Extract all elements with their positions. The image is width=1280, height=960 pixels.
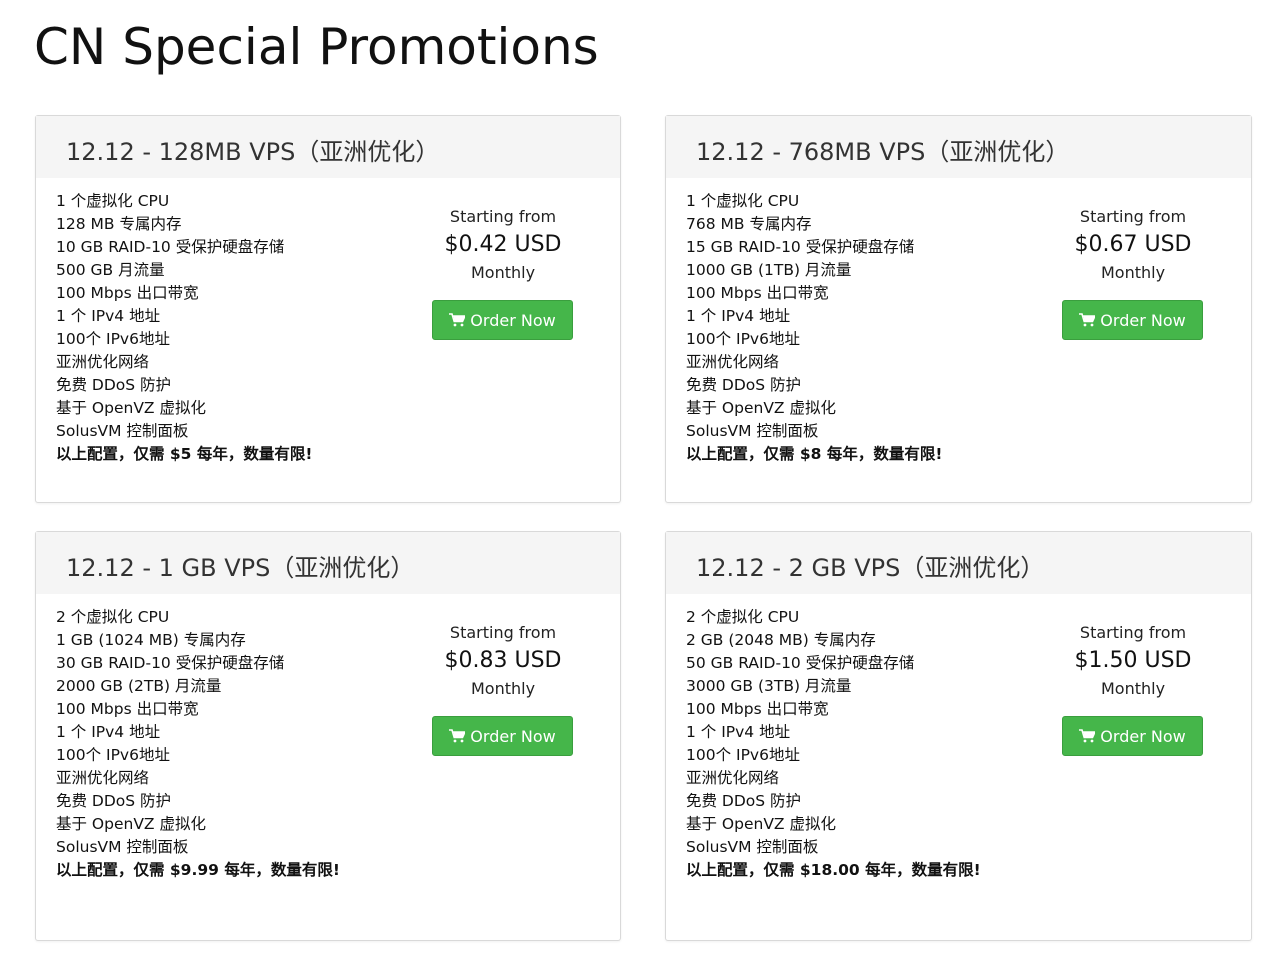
feature-item: SolusVM 控制面板 [686,422,819,440]
price-amount: $1.50 USD [1074,648,1192,673]
feature-item: 100 Mbps 出口带宽 [56,284,199,302]
feature-item: 基于 OpenVZ 虚拟化 [56,815,206,833]
feature-item: 2 个虚拟化 CPU [56,608,170,626]
feature-item: 1000 GB (1TB) 月流量 [686,261,852,279]
feature-item: 100个 IPv6地址 [56,746,170,764]
starting-from-label: Starting from [449,623,557,642]
feature-item: 100个 IPv6地址 [686,746,800,764]
feature-item: 30 GB RAID-10 受保护硬盘存储 [56,654,285,672]
pricing-box: Starting from $0.42 USD Monthly Order No… [432,204,574,340]
feature-list: 2 个虚拟化 CPU 1 GB (1024 MB) 专属内存 30 GB RAI… [56,606,356,882]
shopping-cart-icon [1079,729,1096,743]
product-card: 12.12 - 2 GB VPS（亚洲优化） 2 个虚拟化 CPU 2 GB (… [665,531,1252,941]
feature-list: 1 个虚拟化 CPU 128 MB 专属内存 10 GB RAID-10 受保护… [56,190,356,466]
product-card: 12.12 - 1 GB VPS（亚洲优化） 2 个虚拟化 CPU 1 GB (… [35,531,621,941]
feature-item: 免费 DDoS 防护 [56,792,172,810]
feature-item: 10 GB RAID-10 受保护硬盘存储 [56,238,285,256]
order-now-button[interactable]: Order Now [432,716,573,756]
feature-offer-note: 以上配置，仅需 $9.99 每年，数量有限! [56,861,340,879]
feature-item: 免费 DDoS 防护 [686,792,802,810]
feature-item: SolusVM 控制面板 [686,838,819,856]
starting-from-label: Starting from [449,207,557,226]
feature-item: 128 MB 专属内存 [56,215,182,233]
feature-item: 768 MB 专属内存 [686,215,812,233]
order-now-button[interactable]: Order Now [1062,300,1203,340]
feature-item: 亚洲优化网络 [686,353,780,371]
product-title: 12.12 - 128MB VPS（亚洲优化） [36,116,620,178]
order-now-button[interactable]: Order Now [432,300,573,340]
order-now-label: Order Now [470,726,556,746]
feature-item: 500 GB 月流量 [56,261,165,279]
product-title: 12.12 - 2 GB VPS（亚洲优化） [666,532,1251,594]
feature-item: 100个 IPv6地址 [56,330,170,348]
feature-item: 15 GB RAID-10 受保护硬盘存储 [686,238,915,256]
feature-item: 免费 DDoS 防护 [686,376,802,394]
product-title: 12.12 - 1 GB VPS（亚洲优化） [36,532,620,594]
feature-item: SolusVM 控制面板 [56,838,189,856]
feature-item: 基于 OpenVZ 虚拟化 [686,815,836,833]
pricing-box: Starting from $0.67 USD Monthly Order No… [1062,204,1204,340]
feature-item: 亚洲优化网络 [686,769,780,787]
price-amount: $0.67 USD [1074,232,1192,257]
feature-item: 1 个 IPv4 地址 [56,723,161,741]
feature-item: 1 个 IPv4 地址 [686,307,791,325]
feature-item: SolusVM 控制面板 [56,422,189,440]
feature-item: 基于 OpenVZ 虚拟化 [56,399,206,417]
pricing-box: Starting from $0.83 USD Monthly Order No… [432,620,574,756]
starting-from-label: Starting from [1079,207,1187,226]
starting-from-label: Starting from [1079,623,1187,642]
price-amount: $0.42 USD [444,232,562,257]
product-card: 12.12 - 768MB VPS（亚洲优化） 1 个虚拟化 CPU 768 M… [665,115,1252,503]
feature-item: 亚洲优化网络 [56,353,150,371]
pricing-box: Starting from $1.50 USD Monthly Order No… [1062,620,1204,756]
feature-item: 1 个 IPv4 地址 [686,723,791,741]
shopping-cart-icon [449,313,466,327]
order-now-label: Order Now [1100,726,1186,746]
feature-item: 1 个虚拟化 CPU [686,192,800,210]
price-amount: $0.83 USD [444,648,562,673]
feature-item: 2 GB (2048 MB) 专属内存 [686,631,876,649]
feature-list: 1 个虚拟化 CPU 768 MB 专属内存 15 GB RAID-10 受保护… [686,190,986,466]
billing-cycle: Monthly [470,679,536,698]
feature-list: 2 个虚拟化 CPU 2 GB (2048 MB) 专属内存 50 GB RAI… [686,606,986,882]
product-card: 12.12 - 128MB VPS（亚洲优化） 1 个虚拟化 CPU 128 M… [35,115,621,503]
feature-item: 1 GB (1024 MB) 专属内存 [56,631,246,649]
feature-item: 亚洲优化网络 [56,769,150,787]
order-now-label: Order Now [1100,310,1186,330]
order-now-label: Order Now [470,310,556,330]
feature-item: 免费 DDoS 防护 [56,376,172,394]
feature-item: 100 Mbps 出口带宽 [686,700,829,718]
feature-item: 1 个 IPv4 地址 [56,307,161,325]
feature-item: 50 GB RAID-10 受保护硬盘存储 [686,654,915,672]
feature-offer-note: 以上配置，仅需 $8 每年，数量有限! [686,445,943,463]
billing-cycle: Monthly [1100,263,1166,282]
order-now-button[interactable]: Order Now [1062,716,1203,756]
page-title: CN Special Promotions [34,18,599,76]
feature-item: 基于 OpenVZ 虚拟化 [686,399,836,417]
feature-item: 100个 IPv6地址 [686,330,800,348]
feature-item: 100 Mbps 出口带宽 [686,284,829,302]
billing-cycle: Monthly [470,263,536,282]
feature-item: 100 Mbps 出口带宽 [56,700,199,718]
product-title: 12.12 - 768MB VPS（亚洲优化） [666,116,1251,178]
billing-cycle: Monthly [1100,679,1166,698]
feature-item: 2000 GB (2TB) 月流量 [56,677,222,695]
feature-offer-note: 以上配置，仅需 $5 每年，数量有限! [56,445,313,463]
shopping-cart-icon [1079,313,1096,327]
shopping-cart-icon [449,729,466,743]
feature-item: 3000 GB (3TB) 月流量 [686,677,852,695]
feature-item: 1 个虚拟化 CPU [56,192,170,210]
feature-item: 2 个虚拟化 CPU [686,608,800,626]
feature-offer-note: 以上配置，仅需 $18.00 每年，数量有限! [686,861,981,879]
